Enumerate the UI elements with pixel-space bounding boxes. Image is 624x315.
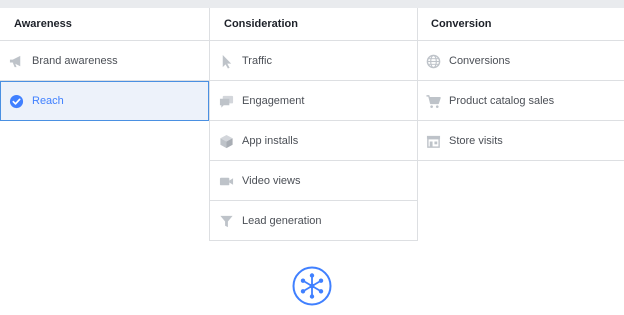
objective-product-catalog-sales[interactable]: Product catalog sales [417,81,624,121]
objective-traffic[interactable]: Traffic [210,41,417,81]
top-divider-strip [0,0,624,8]
objective-label: Reach [32,95,64,107]
megaphone-icon [9,55,21,68]
objective-brand-awareness[interactable]: Brand awareness [0,41,209,81]
cursor-icon [222,54,232,69]
objective-label: Video views [242,175,301,187]
objective-conversions[interactable]: Conversions [417,41,624,81]
objective-label: Store visits [449,135,503,147]
objective-engagement[interactable]: Engagement [210,81,417,121]
objective-app-installs[interactable]: App installs [210,121,417,161]
conversion-header: Conversion [417,8,624,41]
objective-label: Lead generation [242,215,322,227]
chat-bubbles-icon [219,95,234,108]
objective-label: App installs [242,135,299,147]
cube-icon [220,134,233,149]
objective-lead-generation[interactable]: Lead generation [210,201,417,241]
consideration-header: Consideration [210,8,417,41]
checkmark-circle-icon [9,94,24,109]
objective-store-visits[interactable]: Store visits [417,121,624,161]
funnel-icon [220,215,233,228]
consideration-column: Consideration Traffic Engagement App ins… [209,8,418,241]
shopping-cart-icon [426,95,441,108]
globe-icon [426,54,441,69]
network-hub-icon [292,266,332,306]
storefront-icon [426,135,441,148]
video-camera-icon [219,177,234,186]
objective-label: Conversions [449,55,511,67]
objective-label: Product catalog sales [449,95,555,107]
conversion-column: Conversion Conversions Product catalog s… [417,8,624,161]
objective-label: Brand awareness [32,55,118,67]
awareness-column: Awareness Brand awareness Reach [0,8,209,121]
objective-label: Engagement [242,95,305,107]
objective-label: Traffic [242,55,272,67]
objective-reach[interactable]: Reach [0,81,209,121]
awareness-header: Awareness [0,8,209,41]
objective-video-views[interactable]: Video views [210,161,417,201]
